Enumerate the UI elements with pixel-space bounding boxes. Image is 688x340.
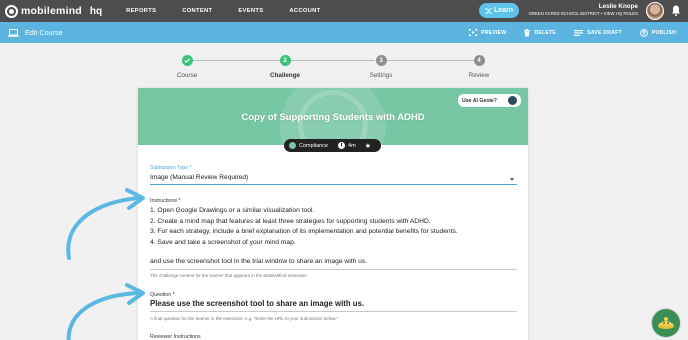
- step-challenge[interactable]: 2 Challenge: [255, 55, 315, 79]
- instruction-line: 3. For each strategy, include a brief ex…: [150, 228, 458, 235]
- duration-label: 4m: [348, 142, 356, 149]
- editbar-actions: PREVIEW DELETE SAVE DRAFT PUBLISH: [451, 22, 676, 43]
- instruction-line: 1. Open Google Drawings or a similar vis…: [150, 207, 315, 214]
- category-label: Compliance: [299, 142, 329, 149]
- star-icon: ★: [364, 142, 371, 150]
- user-info[interactable]: Leslie Knope GREEN ACRES SCHOOL DISTRICT…: [529, 3, 638, 16]
- genie-assistant-button[interactable]: [652, 309, 680, 337]
- nav-content[interactable]: CONTENT: [182, 8, 212, 14]
- submission-type-label: Submission Type *: [150, 165, 192, 171]
- trash-icon: [524, 28, 531, 36]
- instructions-label: Instructions *: [150, 198, 181, 204]
- instructions-field[interactable]: 1. Open Google Drawings or a similar vis…: [150, 206, 520, 248]
- progress-stepper: Course 2 Challenge 3 Settings 4 Review: [0, 43, 688, 87]
- preview-icon: [469, 29, 478, 36]
- instruction-line: 4. Save and take a screenshot of your mi…: [150, 238, 296, 246]
- submission-type-value: Image (Manual Review Required): [150, 174, 249, 181]
- ai-genie-label: Use AI Genie?: [462, 97, 497, 104]
- avatar[interactable]: [646, 2, 664, 20]
- genie-icon: [508, 96, 517, 105]
- question-label: Question *: [150, 292, 175, 298]
- user-name: Leslie Knope: [598, 3, 638, 10]
- preview-label: PREVIEW: [481, 29, 507, 36]
- nav-events[interactable]: EVENTS: [238, 8, 263, 14]
- field-underline: [150, 311, 517, 312]
- logo-hq: hq: [89, 5, 103, 17]
- logo[interactable]: mobilemind hq: [5, 4, 103, 18]
- chevron-down-icon: [510, 178, 514, 181]
- genie-lamp-icon: [658, 317, 674, 329]
- category-icon: [289, 142, 296, 149]
- bell-icon[interactable]: [672, 5, 680, 16]
- course-meta-pill: Compliance 4m ★: [284, 139, 381, 152]
- step-label: Settings: [369, 72, 393, 79]
- shuffle-icon: [484, 7, 492, 14]
- edit-course-label: Edit Course: [25, 28, 63, 37]
- main-nav: REPORTS CONTENT EVENTS ACCOUNT: [126, 8, 346, 14]
- step-label: Course: [176, 72, 198, 79]
- publish-button[interactable]: PUBLISH: [639, 28, 676, 37]
- step-settings[interactable]: 3 Settings: [351, 55, 411, 79]
- nav-account[interactable]: ACCOUNT: [289, 8, 320, 14]
- ai-genie-button[interactable]: Use AI Genie?: [458, 94, 521, 107]
- save-icon: [574, 29, 584, 36]
- learn-label: Learn: [493, 7, 514, 14]
- learn-button[interactable]: Learn: [479, 3, 519, 18]
- submission-type-select[interactable]: Image (Manual Review Required): [150, 172, 517, 185]
- step-number: 4: [473, 55, 485, 66]
- question-field[interactable]: Please use the screenshot tool to share …: [150, 299, 364, 308]
- step-label: Review: [468, 72, 490, 79]
- edit-course-bar: Edit Course PREVIEW DELETE SAVE DRAFT PU…: [0, 22, 688, 43]
- logo-text: mobilemind: [21, 5, 82, 17]
- laptop-icon: [8, 28, 19, 37]
- logo-icon: [5, 4, 18, 18]
- course-title: Copy of Supporting Students with ADHD: [241, 112, 425, 123]
- preview-button[interactable]: PREVIEW: [469, 29, 506, 36]
- instruction-line: and use the screenshot tool in the trial…: [150, 258, 368, 265]
- clock-icon: [338, 142, 346, 149]
- step-label: Challenge: [269, 72, 301, 79]
- step-review[interactable]: 4 Review: [449, 55, 509, 79]
- nav-reports[interactable]: REPORTS: [126, 8, 156, 14]
- field-underline: [150, 269, 517, 270]
- delete-button[interactable]: DELETE: [524, 28, 557, 37]
- step-course[interactable]: Course: [157, 55, 217, 79]
- question-help: A final question for the learner in the …: [150, 316, 339, 321]
- publish-icon: [639, 28, 648, 37]
- challenge-card: Copy of Supporting Students with ADHD Us…: [138, 88, 528, 340]
- user-org: GREEN ACRES SCHOOL DISTRICT • VIEW HQ RO…: [528, 11, 638, 16]
- top-nav-bar: mobilemind hq REPORTS CONTENT EVENTS ACC…: [0, 0, 688, 22]
- instruction-line: 2. Create a mind map that features at le…: [150, 217, 431, 225]
- course-banner: Copy of Supporting Students with ADHD Us…: [138, 88, 528, 145]
- reviewer-instructions-label: Reviewer Instructions: [150, 334, 201, 340]
- save-draft-label: SAVE DRAFT: [587, 29, 622, 36]
- step-check-icon: [181, 55, 193, 66]
- annotation-arrow: [66, 283, 145, 340]
- step-number: 2: [279, 55, 291, 66]
- instructions-help: The challenge content for the learner th…: [150, 273, 309, 278]
- publish-label: PUBLISH: [651, 29, 676, 36]
- delete-label: DELETE: [534, 29, 557, 36]
- edit-course-title: Edit Course: [8, 28, 63, 37]
- save-draft-button[interactable]: SAVE DRAFT: [574, 29, 622, 36]
- annotation-arrow: [66, 188, 145, 260]
- step-number: 3: [375, 55, 387, 66]
